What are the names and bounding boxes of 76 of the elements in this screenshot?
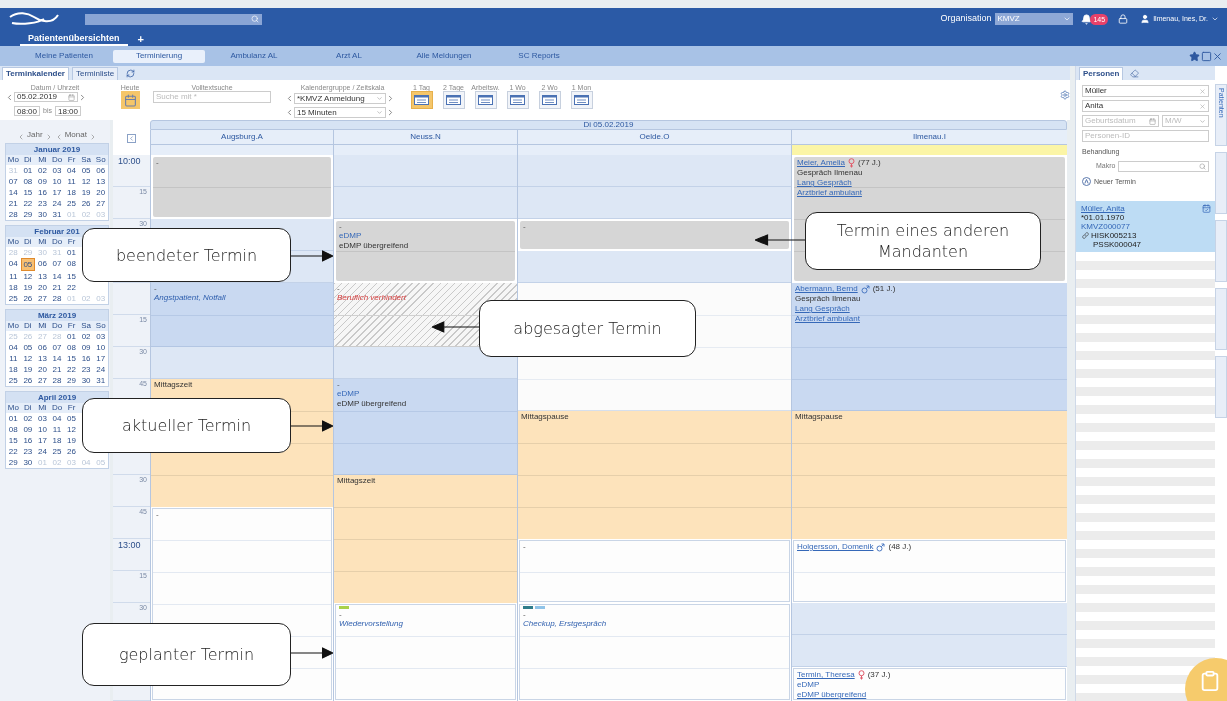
appointment-text: Mittagspause: [795, 412, 843, 422]
weekday-label: Di: [23, 237, 33, 247]
birthdate-text: *01.01.1970: [1081, 213, 1125, 222]
insurance-id: PSSK000047: [1093, 240, 1142, 249]
marker-text: -: [339, 222, 342, 231]
weekday-label: Fr: [66, 237, 77, 247]
callout-tooltip: beendeter Termin: [82, 228, 291, 282]
weekday-label: Mi: [37, 321, 48, 331]
patient-age: (37 J.): [867, 670, 891, 680]
weekday-label: Di: [23, 155, 33, 165]
month-title: März 2019: [37, 310, 77, 321]
weekday-label: Fr: [66, 155, 77, 165]
appointment-text: Gespräch Ilmenau: [797, 168, 863, 178]
appointment-type: eDMP: [339, 231, 362, 241]
marker-text: -: [154, 284, 157, 293]
insurance-id: HISK005213: [1091, 231, 1137, 240]
weekday-label: Mi: [37, 155, 48, 165]
weekday-label: So: [94, 321, 107, 331]
appointment-text: Gespräch Ilmenau: [795, 294, 861, 304]
marker-text: -: [156, 510, 159, 519]
weekday-label: Mi: [37, 237, 48, 247]
column-header: Ilmenau.I: [791, 130, 1067, 145]
marker-text: -: [337, 284, 340, 293]
weekday-label: Di: [23, 403, 33, 413]
callout-tooltip: geplanter Termin: [82, 623, 291, 686]
appointment-type: eDMP: [797, 680, 820, 690]
weekday-label: Fr: [66, 403, 77, 413]
month-label: Monat: [64, 129, 87, 141]
appointment-text: eDMP übergreifend: [339, 241, 409, 251]
organisation-label: Organisation: [940, 12, 992, 26]
weekday-label: Mo: [6, 237, 20, 247]
appointment-text: eDMP übergreifend: [337, 399, 407, 409]
marker-text: -: [523, 222, 526, 231]
marker-text: -: [156, 158, 159, 167]
weekday-label: Mi: [37, 403, 48, 413]
weekday-label: Do: [50, 403, 64, 413]
time-label: 13:00: [118, 540, 141, 552]
column-header: Augsburg.A: [150, 130, 333, 145]
marker-text: -: [523, 610, 526, 619]
weekday-label: Do: [50, 155, 64, 165]
callout-tooltip: aktueller Termin: [82, 398, 291, 453]
column-header: Neuss.N: [333, 130, 517, 145]
appointment-type: eDMP: [337, 389, 360, 399]
callout-tooltip: abgesagter Termin: [479, 300, 696, 357]
cancel-reason: Beruflich verhindert: [337, 293, 406, 303]
patient-age: (51 J.): [872, 284, 896, 294]
date-header: Di 05.02.2019: [150, 120, 1067, 130]
column-header: Oelde.O: [517, 130, 791, 145]
patient-age: (77 J.): [858, 158, 881, 168]
weekday-label: So: [94, 155, 107, 165]
patient-number: KMVZ000077: [1081, 222, 1130, 231]
weekday-label: Do: [50, 321, 64, 331]
weekday-label: Mo: [6, 403, 20, 413]
patient-age: (48 J.): [888, 542, 912, 552]
appointment-text: Mittagspause: [521, 412, 569, 422]
weekday-label: Mo: [6, 155, 20, 165]
time-label: 10:00: [118, 156, 141, 168]
weekday-label: Sa: [80, 321, 93, 331]
month-title: Februar 201: [34, 226, 80, 237]
weekday-label: Mo: [6, 321, 20, 331]
marker-text: -: [337, 380, 340, 389]
weekday-label: Sa: [80, 155, 93, 165]
month-title: April 2019: [37, 392, 77, 403]
weekday-label: Do: [50, 237, 64, 247]
marker-text: -: [339, 610, 342, 619]
month-title: Januar 2019: [33, 144, 81, 155]
year-label: Jahr: [27, 129, 43, 141]
appointment-title: Angstpatient, Notfall: [154, 293, 226, 303]
weekday-label: Di: [23, 321, 33, 331]
marker-text: -: [523, 542, 526, 551]
appointment-text: Mittagszeit: [337, 476, 376, 486]
appointment-title: Wiedervorstellung: [339, 619, 403, 629]
weekday-label: Fr: [66, 321, 77, 331]
callout-tooltip: Termin eines anderen Mandanten: [805, 212, 1041, 270]
appointment-text: Mittagszeit: [154, 380, 193, 390]
appointment-title: Checkup, Erstgespräch: [523, 619, 607, 629]
